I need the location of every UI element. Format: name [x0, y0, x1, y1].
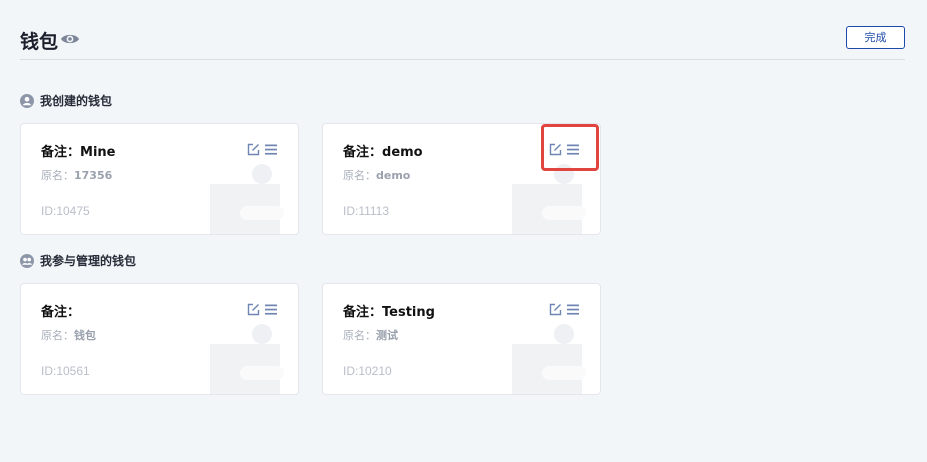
card-id: ID:10561	[41, 364, 90, 378]
wallet-card[interactable]: 备注：Mine 原名：17356 ID:10475	[20, 123, 299, 235]
user-icon	[20, 93, 34, 108]
card-original-value: demo	[376, 169, 411, 182]
card-original-name: 原名：钱包	[41, 329, 96, 342]
done-button[interactable]: 完成	[846, 26, 905, 49]
wallet-illustration	[210, 164, 284, 234]
page-header: 钱包 完成	[20, 22, 905, 60]
wallet-illustration	[210, 324, 284, 394]
card-note-value: demo	[382, 145, 423, 160]
edit-icon[interactable]	[247, 143, 260, 156]
eye-icon[interactable]	[60, 32, 80, 46]
card-original-value: 测试	[376, 329, 398, 342]
section-title-managed: 我参与管理的钱包	[20, 252, 136, 269]
card-note-value: Testing	[382, 305, 435, 320]
menu-icon[interactable]	[264, 303, 278, 316]
section-title-label: 我创建的钱包	[40, 94, 113, 108]
card-original-name: 原名：测试	[343, 329, 398, 342]
card-note: 备注：Testing	[343, 305, 435, 320]
card-note: 备注：	[41, 305, 81, 320]
edit-icon[interactable]	[549, 303, 562, 316]
card-note: 备注：demo	[343, 145, 423, 160]
section-title-label: 我参与管理的钱包	[40, 254, 137, 268]
menu-icon[interactable]	[566, 303, 580, 316]
highlight-box	[541, 124, 599, 171]
card-note-value: Mine	[80, 145, 116, 160]
section-title-created: 我创建的钱包	[20, 92, 112, 109]
wallet-illustration	[512, 164, 586, 234]
wallet-illustration	[512, 324, 586, 394]
card-note: 备注：Mine	[41, 145, 116, 160]
card-original-name: 原名：demo	[343, 169, 411, 182]
group-icon	[20, 253, 34, 268]
wallet-card[interactable]: 备注：Testing 原名：测试 ID:10210	[322, 283, 601, 395]
card-id: ID:11113	[343, 204, 390, 218]
page-title: 钱包	[20, 32, 59, 53]
card-original-value: 钱包	[74, 329, 96, 342]
card-original-name: 原名：17356	[41, 169, 113, 182]
card-id: ID:10475	[41, 204, 90, 218]
wallet-card[interactable]: 备注： 原名：钱包 ID:10561	[20, 283, 299, 395]
menu-icon[interactable]	[264, 143, 278, 156]
edit-icon[interactable]	[247, 303, 260, 316]
card-id: ID:10210	[343, 364, 392, 378]
card-original-value: 17356	[74, 169, 113, 182]
